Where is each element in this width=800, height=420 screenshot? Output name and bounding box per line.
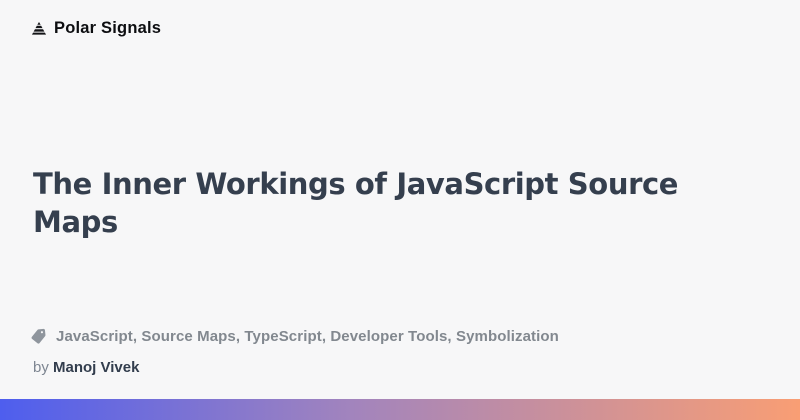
byline: by Manoj Vivek [33, 358, 139, 377]
author-name: Manoj Vivek [53, 359, 139, 376]
tag-icon [30, 328, 47, 345]
blog-post-card: Polar Signals The Inner Workings of Java… [0, 0, 800, 420]
byline-prefix: by [33, 359, 49, 376]
post-title: The Inner Workings of JavaScript Source … [33, 165, 723, 241]
footer-gradient-bar [0, 399, 800, 420]
tags-text: JavaScript, Source Maps, TypeScript, Dev… [56, 328, 559, 345]
tags-row: JavaScript, Source Maps, TypeScript, Dev… [30, 328, 559, 345]
brand-name: Polar Signals [54, 19, 161, 38]
polar-signals-logo-icon [30, 20, 48, 38]
brand-logo-link[interactable]: Polar Signals [30, 19, 161, 38]
